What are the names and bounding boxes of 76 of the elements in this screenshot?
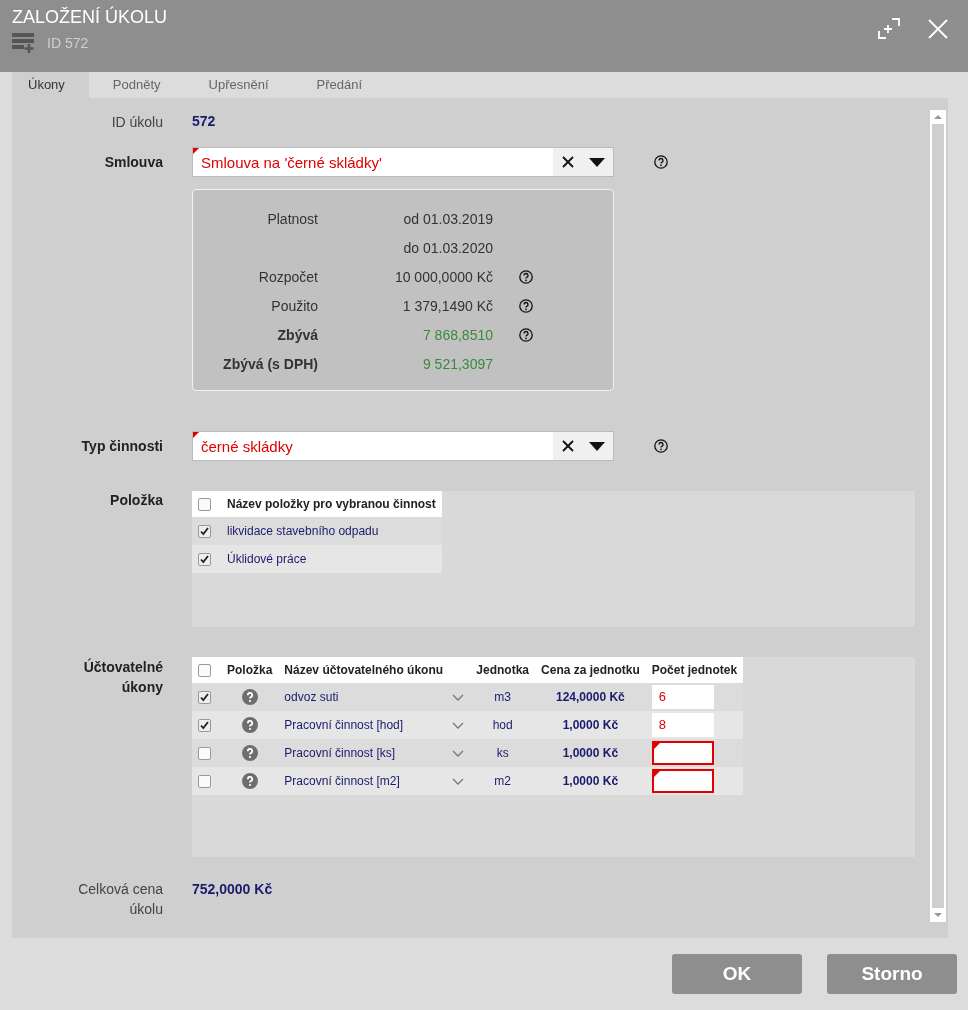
table-cell: 1,0000 Kč: [535, 711, 646, 739]
summary-value: od 01.03.2019: [402, 210, 493, 227]
summary-value: 9 521,3097: [421, 355, 493, 372]
table-cell: 124,0000 Kč: [535, 683, 646, 711]
table-cell: 1,0000 Kč: [535, 767, 646, 795]
summary-value: do 01.03.2020: [402, 239, 493, 256]
clear-icon[interactable]: [561, 155, 575, 169]
tab[interactable]: Upřesnění: [192, 72, 293, 98]
checkbox[interactable]: [198, 719, 211, 733]
maximize-icon[interactable]: [878, 18, 900, 40]
chevron-down-icon[interactable]: [452, 721, 465, 729]
table-cell[interactable]: Úklidové práce: [221, 545, 442, 573]
table-cell: hod: [470, 711, 536, 739]
clear-icon[interactable]: [561, 439, 575, 453]
activity-type-select[interactable]: černé skládky: [192, 431, 614, 461]
table-cell: ks: [470, 739, 536, 767]
tab[interactable]: Předání: [300, 72, 387, 98]
column-header: Počet jednotek: [645, 657, 744, 683]
checkbox[interactable]: [198, 525, 211, 539]
field-label: Smlouva: [103, 153, 163, 171]
table-cell[interactable]: likvidace stavebního odpadu: [221, 517, 442, 545]
table-cell[interactable]: Pracovní činnost [ks]: [284, 746, 396, 760]
chevron-down-icon[interactable]: [452, 749, 465, 757]
contract-select[interactable]: Smlouva na 'černé skládky': [192, 147, 614, 177]
close-icon[interactable]: [928, 19, 948, 39]
task-add-icon: [12, 33, 35, 53]
checkbox[interactable]: [198, 691, 211, 705]
table-cell: m2: [470, 767, 536, 795]
help-icon[interactable]: [519, 270, 533, 285]
dropdown-caret-icon[interactable]: [589, 441, 605, 451]
checkbox[interactable]: [198, 553, 211, 567]
tab[interactable]: Úkony: [12, 72, 89, 98]
ok-button[interactable]: OK: [672, 954, 802, 994]
summary-value: 10 000,0000 Kč: [393, 268, 493, 285]
checkbox[interactable]: [198, 664, 211, 678]
cancel-button[interactable]: Storno: [827, 954, 957, 994]
checkbox[interactable]: [198, 747, 211, 761]
count-input[interactable]: [651, 769, 714, 793]
summary-value: 7 868,8510: [421, 326, 493, 343]
scrollbar[interactable]: [930, 110, 946, 922]
field-label: Typ činnosti: [80, 437, 163, 455]
window-title: ZALOŽENÍ ÚKOLU: [12, 7, 168, 28]
summary-label: Použito: [270, 297, 318, 314]
help-icon[interactable]: [519, 328, 533, 343]
help-icon[interactable]: [654, 155, 668, 169]
help-icon[interactable]: [519, 299, 533, 314]
summary-label: Platnost: [266, 210, 318, 227]
column-header: Jednotka: [470, 657, 536, 683]
table-cell: 1,0000 Kč: [535, 739, 646, 767]
chevron-down-icon[interactable]: [452, 693, 465, 701]
summary-value: 1 379,1490 Kč: [401, 297, 493, 314]
column-header: Položka: [221, 657, 279, 683]
summary-label: Rozpočet: [257, 268, 318, 285]
table-cell: m3: [470, 683, 536, 711]
summary-label: Zbývá (s DPH): [222, 355, 318, 372]
checkbox[interactable]: [198, 498, 211, 512]
dropdown-caret-icon[interactable]: [589, 157, 605, 167]
field-label: Položka: [109, 491, 163, 509]
help-icon[interactable]: [654, 439, 668, 453]
summary-label: Zbývá: [276, 326, 318, 343]
column-header: Název položky pro vybranou činnost: [221, 491, 442, 517]
table-cell[interactable]: odvoz suti: [284, 690, 339, 704]
count-input[interactable]: 8: [651, 713, 714, 737]
count-input[interactable]: 6: [651, 685, 714, 709]
window-subtitle: ID 572: [47, 35, 89, 51]
task-id-value: 572: [192, 112, 217, 130]
field-label: Účtovatelné úkony: [82, 657, 163, 697]
column-header: Název účtovatelného úkonu: [278, 657, 471, 683]
total-value: 752,0000 Kč: [192, 880, 274, 898]
checkbox[interactable]: [198, 775, 211, 789]
count-input[interactable]: [651, 741, 714, 765]
field-label: ID úkolu: [110, 113, 163, 131]
field-label: Celková cena úkolu: [77, 880, 163, 919]
tab[interactable]: Podněty: [96, 72, 185, 98]
chevron-down-icon[interactable]: [452, 777, 465, 785]
column-header: Cena za jednotku: [535, 657, 646, 683]
